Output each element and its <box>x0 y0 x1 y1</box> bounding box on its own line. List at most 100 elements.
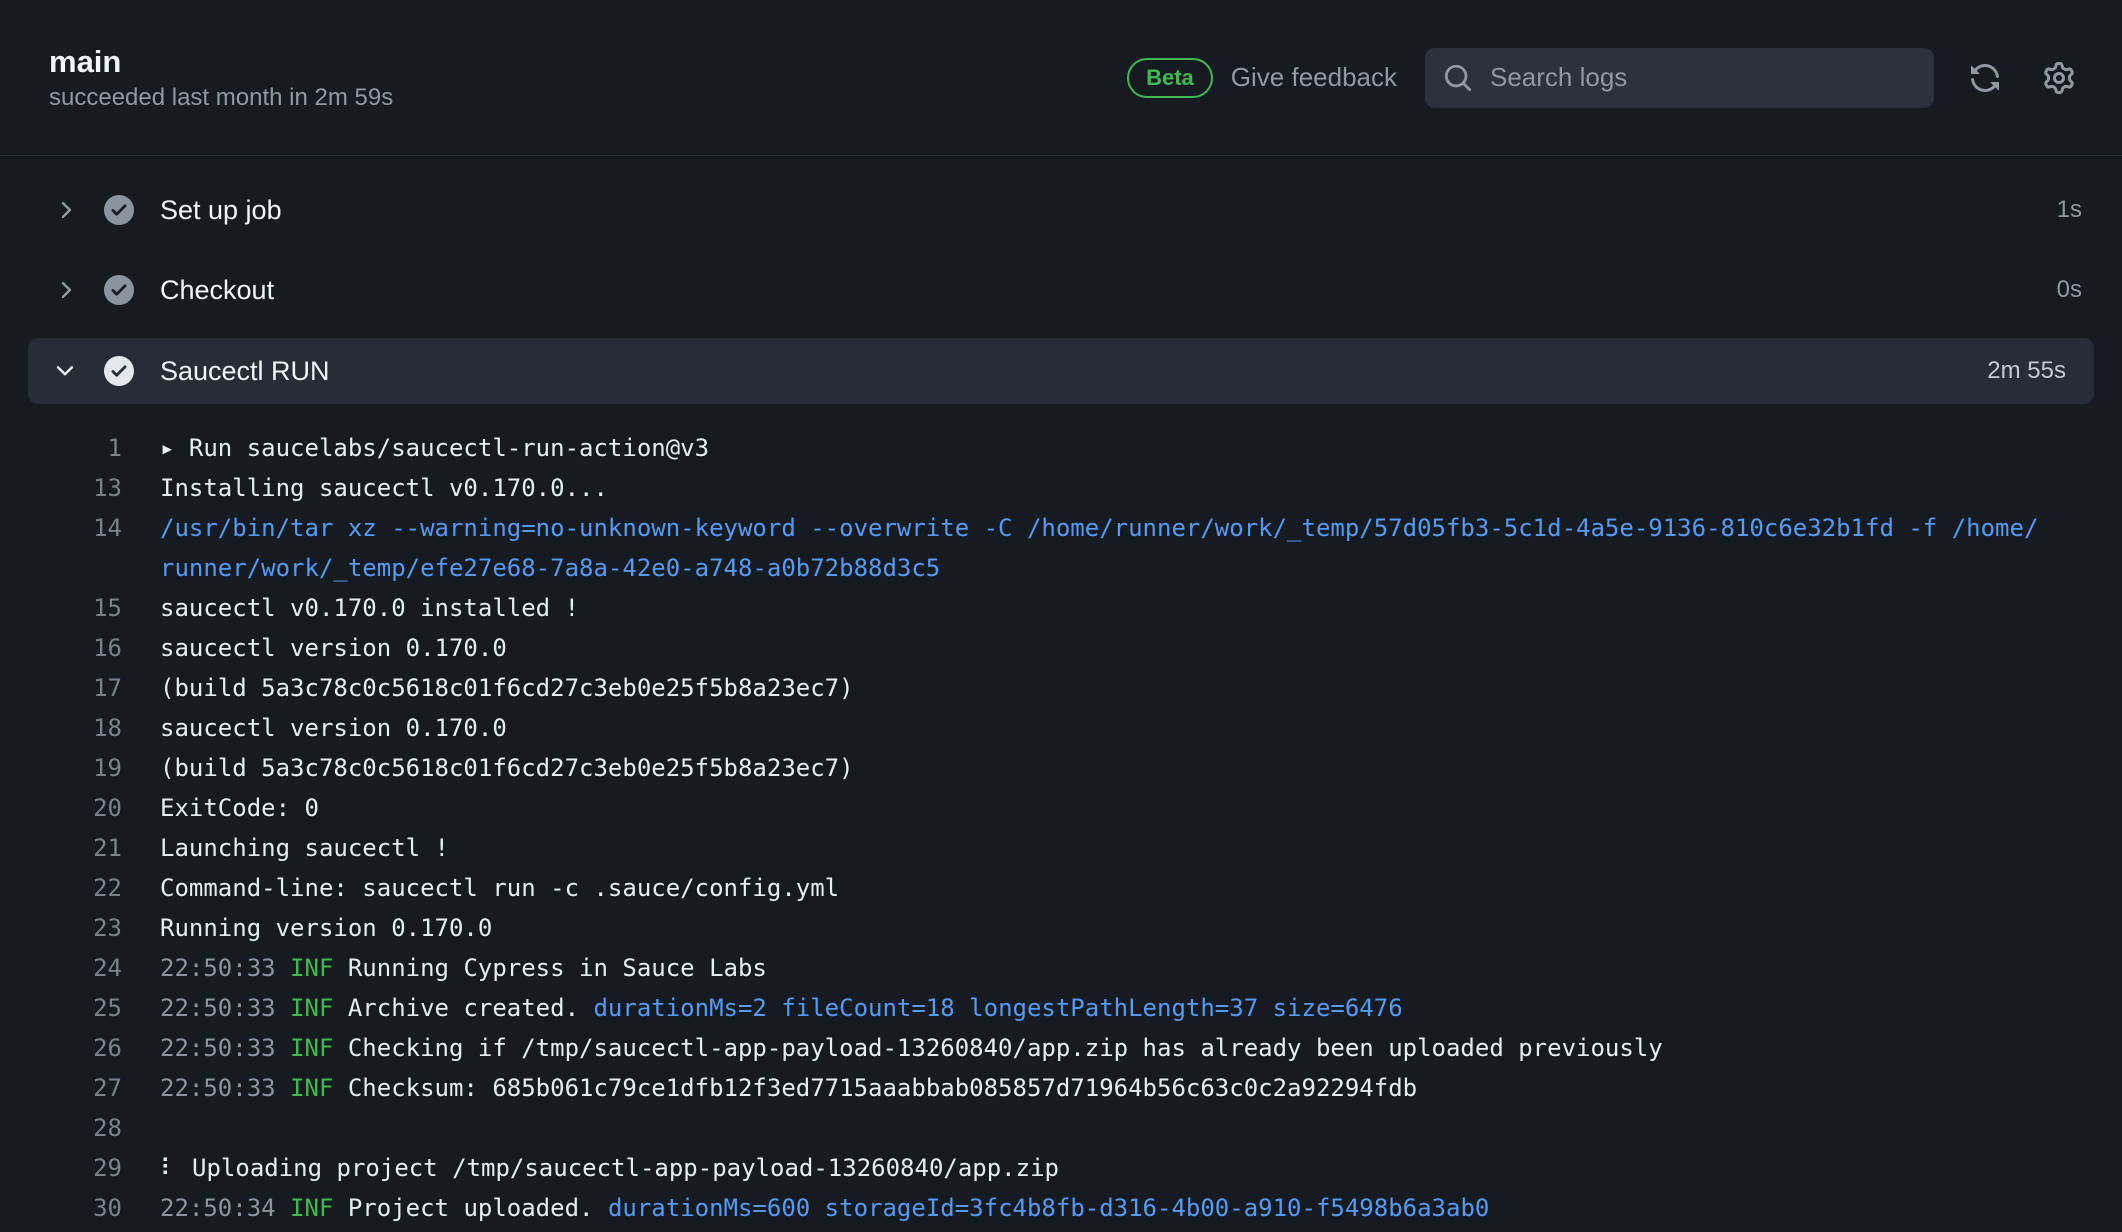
gear-icon <box>2043 62 2075 94</box>
log-line-number[interactable]: 29 <box>0 1148 122 1188</box>
log-segment: Checksum: 685b061c79ce1dfb12f3ed7715aaab… <box>348 1074 1417 1102</box>
log-line-number[interactable]: 18 <box>0 708 122 748</box>
log-line-number[interactable]: 1 <box>0 428 122 468</box>
log-line-number[interactable]: 25 <box>0 988 122 1028</box>
log-line: 26 22:50:33 INF Checking if /tmp/saucectl… <box>0 1028 2042 1068</box>
check-circle-icon <box>104 356 134 386</box>
log-line-number[interactable]: 22 <box>0 868 122 908</box>
log-line-number[interactable]: 15 <box>0 588 122 628</box>
log-line-text: saucectl version 0.170.0 <box>160 708 2042 748</box>
search-input[interactable] <box>1488 61 1916 94</box>
log-line-text: /usr/bin/tar xz --warning=no-unknown-key… <box>160 508 2042 588</box>
log-line: 21 Launching saucectl ! <box>0 828 2042 868</box>
log-line-text: saucectl v0.170.0 installed ! <box>160 588 2042 628</box>
log-line-number[interactable]: 20 <box>0 788 122 828</box>
log-segment: INF <box>290 954 348 982</box>
log-line: 22 Command-line: saucectl run -c .sauce/c… <box>0 868 2042 908</box>
log-line: 23 Running version 0.170.0 <box>0 908 2042 948</box>
log-line: 24 22:50:33 INF Running Cypress in Sauce … <box>0 948 2042 988</box>
log-line: 20 ExitCode: 0 <box>0 788 2042 828</box>
log-segment: 22:50:33 <box>160 1034 290 1062</box>
log-segment: INF <box>290 1074 348 1102</box>
step-label: Checkout <box>160 275 274 306</box>
log-segment: /usr/bin/tar xz --warning=no-unknown-key… <box>160 514 2038 582</box>
log-line-number[interactable]: 13 <box>0 468 122 508</box>
log-line-number[interactable]: 23 <box>0 908 122 948</box>
log-line-number[interactable]: 17 <box>0 668 122 708</box>
log-segment: Running version 0.170.0 <box>160 914 492 942</box>
log-segment: ExitCode: 0 <box>160 794 319 822</box>
log-segment: 22:50:33 <box>160 994 290 1022</box>
log-line-text: 22:50:34 INF Project uploaded. durationM… <box>160 1188 2042 1228</box>
log-line-text: Installing saucectl v0.170.0... <box>160 468 2042 508</box>
run-status-subtitle: succeeded last month in 2m 59s <box>49 86 393 110</box>
log-segment: saucectl version 0.170.0 <box>160 634 507 662</box>
log-line: 14/usr/bin/tar xz --warning=no-unknown-k… <box>0 508 2042 588</box>
step-row-saucectl-run[interactable]: Saucectl RUN2m 55s <box>28 338 2094 404</box>
log-line-text: Launching saucectl ! <box>160 828 2042 868</box>
header-controls: Beta Give feedback <box>1127 48 2082 108</box>
log-line: 28 <box>0 1108 2042 1148</box>
check-circle-icon <box>104 275 134 305</box>
chevron-down-icon <box>50 358 80 384</box>
log-segment: ▸ Run saucelabs/saucectl-run-action@v3 <box>160 434 709 462</box>
log-line-text: ⠇ Uploading project /tmp/saucectl-app-pa… <box>160 1148 2042 1188</box>
step-row-set-up-job[interactable]: Set up job 1s <box>0 170 2122 250</box>
log-line-text: ▸ Run saucelabs/saucectl-run-action@v3 <box>160 428 2042 468</box>
log-line-number[interactable]: 30 <box>0 1188 122 1228</box>
log-line-text: Command-line: saucectl run -c .sauce/con… <box>160 868 2042 908</box>
log-line-number[interactable]: 21 <box>0 828 122 868</box>
log-segment: saucectl v0.170.0 installed ! <box>160 594 579 622</box>
beta-group: Beta Give feedback <box>1127 58 1397 98</box>
log-line: 15 saucectl v0.170.0 installed ! <box>0 588 2042 628</box>
settings-button[interactable] <box>2036 55 2082 101</box>
log-segment: durationMs=2 fileCount=18 longestPathLen… <box>593 994 1402 1022</box>
step-duration: 1s <box>2057 196 2082 224</box>
chevron-right-icon <box>50 277 80 303</box>
log-segment: saucectl version 0.170.0 <box>160 714 507 742</box>
step-row-checkout[interactable]: Checkout0s <box>0 250 2122 330</box>
refresh-button[interactable] <box>1962 55 2008 101</box>
log-line-number[interactable]: 16 <box>0 628 122 668</box>
give-feedback-link[interactable]: Give feedback <box>1231 62 1397 93</box>
log-segment: 22:50:33 <box>160 1074 290 1102</box>
log-line-number[interactable]: 19 <box>0 748 122 788</box>
log-line-number[interactable]: 28 <box>0 1108 122 1148</box>
log-line-text: ExitCode: 0 <box>160 788 2042 828</box>
log-line-number[interactable]: 24 <box>0 948 122 988</box>
log-segment: INF <box>290 994 348 1022</box>
log-line-number[interactable]: 26 <box>0 1028 122 1068</box>
step-label: Set up job <box>160 195 282 226</box>
search-box[interactable] <box>1425 48 1934 108</box>
log-line-number[interactable]: 27 <box>0 1068 122 1108</box>
log-line-text: saucectl version 0.170.0 <box>160 628 2042 668</box>
refresh-icon <box>1969 62 2001 94</box>
log-line: 1 ▸ Run saucelabs/saucectl-run-action@v3 <box>0 428 2042 468</box>
log-segment: Running Cypress in Sauce Labs <box>348 954 767 982</box>
log-line-text: 22:50:33 INF Checking if /tmp/saucectl-a… <box>160 1028 2042 1068</box>
log-line: 13 Installing saucectl v0.170.0... <box>0 468 2042 508</box>
log-segment: (build 5a3c78c0c5618c01f6cd27c3eb0e25f5b… <box>160 674 854 702</box>
log-line: 29 ⠇ Uploading project /tmp/saucectl-app-… <box>0 1148 2042 1188</box>
log-segment: (build 5a3c78c0c5618c01f6cd27c3eb0e25f5b… <box>160 754 854 782</box>
steps-list: Set up job 1s Checkout0s Saucectl RUN2m 55s <box>0 156 2122 404</box>
log-line-text: 22:50:33 INF Archive created. durationMs… <box>160 988 2042 1028</box>
step-duration: 2m 55s <box>1987 357 2066 385</box>
log-segment: 22:50:34 <box>160 1194 290 1222</box>
header: main succeeded last month in 2m 59s Beta… <box>0 0 2122 156</box>
chevron-right-icon <box>50 197 80 223</box>
log-line-text: 22:50:33 INF Running Cypress in Sauce La… <box>160 948 2042 988</box>
log-segment: Launching saucectl ! <box>160 834 449 862</box>
title-block: main succeeded last month in 2m 59s <box>49 46 393 110</box>
page-title: main <box>49 46 393 77</box>
log-segment: ⠇ Uploading project /tmp/saucectl-app-pa… <box>160 1154 1059 1182</box>
log-line: 27 22:50:33 INF Checksum: 685b061c79ce1df… <box>0 1068 2042 1108</box>
beta-badge: Beta <box>1127 58 1213 98</box>
log-line: 25 22:50:33 INF Archive created. duration… <box>0 988 2042 1028</box>
log-line: 18 saucectl version 0.170.0 <box>0 708 2042 748</box>
log-segment: Command-line: saucectl run -c .sauce/con… <box>160 874 839 902</box>
log-line-number[interactable]: 14 <box>0 508 122 588</box>
log-segment: Checking if /tmp/saucectl-app-payload-13… <box>348 1034 1663 1062</box>
log-line-text: (build 5a3c78c0c5618c01f6cd27c3eb0e25f5b… <box>160 668 2042 708</box>
log-line-text: (build 5a3c78c0c5618c01f6cd27c3eb0e25f5b… <box>160 748 2042 788</box>
